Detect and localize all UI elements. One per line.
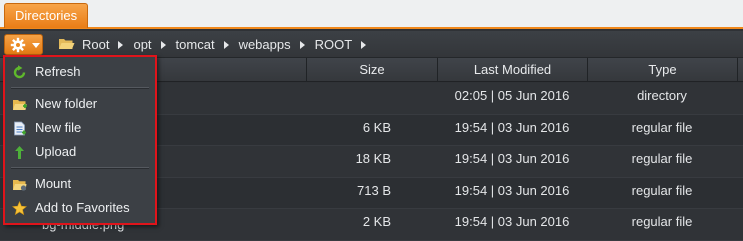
context-menu: Refresh New folder New file Upload Mount bbox=[3, 55, 157, 225]
file-modified: 19:54 | 03 Jun 2016 bbox=[454, 182, 570, 198]
menu-item-label: Upload bbox=[35, 144, 77, 159]
menu-item-add-to-favorites[interactable]: Add to Favorites bbox=[5, 197, 155, 219]
menu-item-label: Mount bbox=[35, 176, 72, 191]
file-size bbox=[306, 83, 437, 114]
menu-item-new-folder[interactable]: New folder bbox=[5, 93, 155, 115]
menu-item-new-file[interactable]: New file bbox=[5, 117, 155, 139]
star-icon bbox=[12, 201, 27, 216]
file-type: regular file bbox=[631, 151, 693, 166]
breadcrumb-item-root-dir[interactable]: ROOT bbox=[315, 37, 353, 52]
chevron-right-icon bbox=[160, 40, 166, 49]
file-type: regular file bbox=[631, 214, 693, 229]
breadcrumb-item-tomcat[interactable]: tomcat bbox=[176, 37, 215, 52]
file-modified: 19:54 | 03 Jun 2016 bbox=[454, 214, 570, 229]
file-size: 6 KB bbox=[362, 119, 391, 135]
refresh-icon bbox=[13, 65, 26, 79]
column-header-last-modified[interactable]: Last Modified bbox=[437, 58, 587, 82]
menu-divider bbox=[11, 167, 149, 169]
breadcrumb-item-opt[interactable]: opt bbox=[133, 37, 151, 52]
chevron-right-icon bbox=[299, 40, 305, 49]
chevron-right-icon bbox=[118, 40, 124, 49]
column-header-type[interactable]: Type bbox=[587, 58, 737, 82]
breadcrumb: Root opt tomcat webapps ROOT bbox=[58, 31, 376, 58]
menu-divider bbox=[11, 87, 149, 89]
menu-item-label: Add to Favorites bbox=[35, 200, 130, 215]
toolbar: Root opt tomcat webapps ROOT bbox=[0, 31, 743, 58]
new-file-icon bbox=[14, 121, 26, 136]
mount-icon bbox=[13, 180, 27, 191]
menu-item-upload[interactable]: Upload bbox=[5, 141, 155, 163]
file-modified: 19:54 | 03 Jun 2016 bbox=[454, 119, 570, 135]
file-type: directory bbox=[637, 88, 687, 103]
new-folder-icon bbox=[13, 100, 27, 110]
file-size: 713 B bbox=[357, 182, 391, 198]
tab-bar: Directories bbox=[0, 0, 743, 29]
file-modified: 02:05 | 05 Jun 2016 bbox=[454, 88, 570, 103]
menu-item-label: New folder bbox=[35, 96, 98, 111]
folder-open-icon bbox=[58, 37, 75, 53]
menu-item-label: Refresh bbox=[35, 64, 81, 79]
column-header-spacer bbox=[737, 58, 743, 82]
gear-icon bbox=[10, 37, 26, 53]
breadcrumb-item-webapps[interactable]: webapps bbox=[239, 37, 291, 52]
chevron-right-icon[interactable] bbox=[361, 40, 367, 49]
file-size: 18 KB bbox=[355, 151, 391, 166]
menu-item-mount[interactable]: Mount bbox=[5, 173, 155, 195]
file-type: regular file bbox=[631, 119, 693, 135]
menu-item-refresh[interactable]: Refresh bbox=[5, 61, 155, 83]
column-header-size[interactable]: Size bbox=[306, 58, 437, 82]
file-type: regular file bbox=[631, 182, 693, 198]
gear-menu-button[interactable] bbox=[4, 34, 43, 55]
breadcrumb-item-root[interactable]: Root bbox=[82, 37, 109, 52]
file-modified: 19:54 | 03 Jun 2016 bbox=[454, 151, 570, 166]
tab-directories[interactable]: Directories bbox=[4, 3, 89, 28]
upload-icon bbox=[15, 146, 24, 159]
menu-item-label: New file bbox=[35, 120, 82, 135]
chevron-right-icon bbox=[223, 40, 229, 49]
file-size: 2 KB bbox=[362, 214, 391, 229]
chevron-down-icon bbox=[32, 43, 40, 48]
